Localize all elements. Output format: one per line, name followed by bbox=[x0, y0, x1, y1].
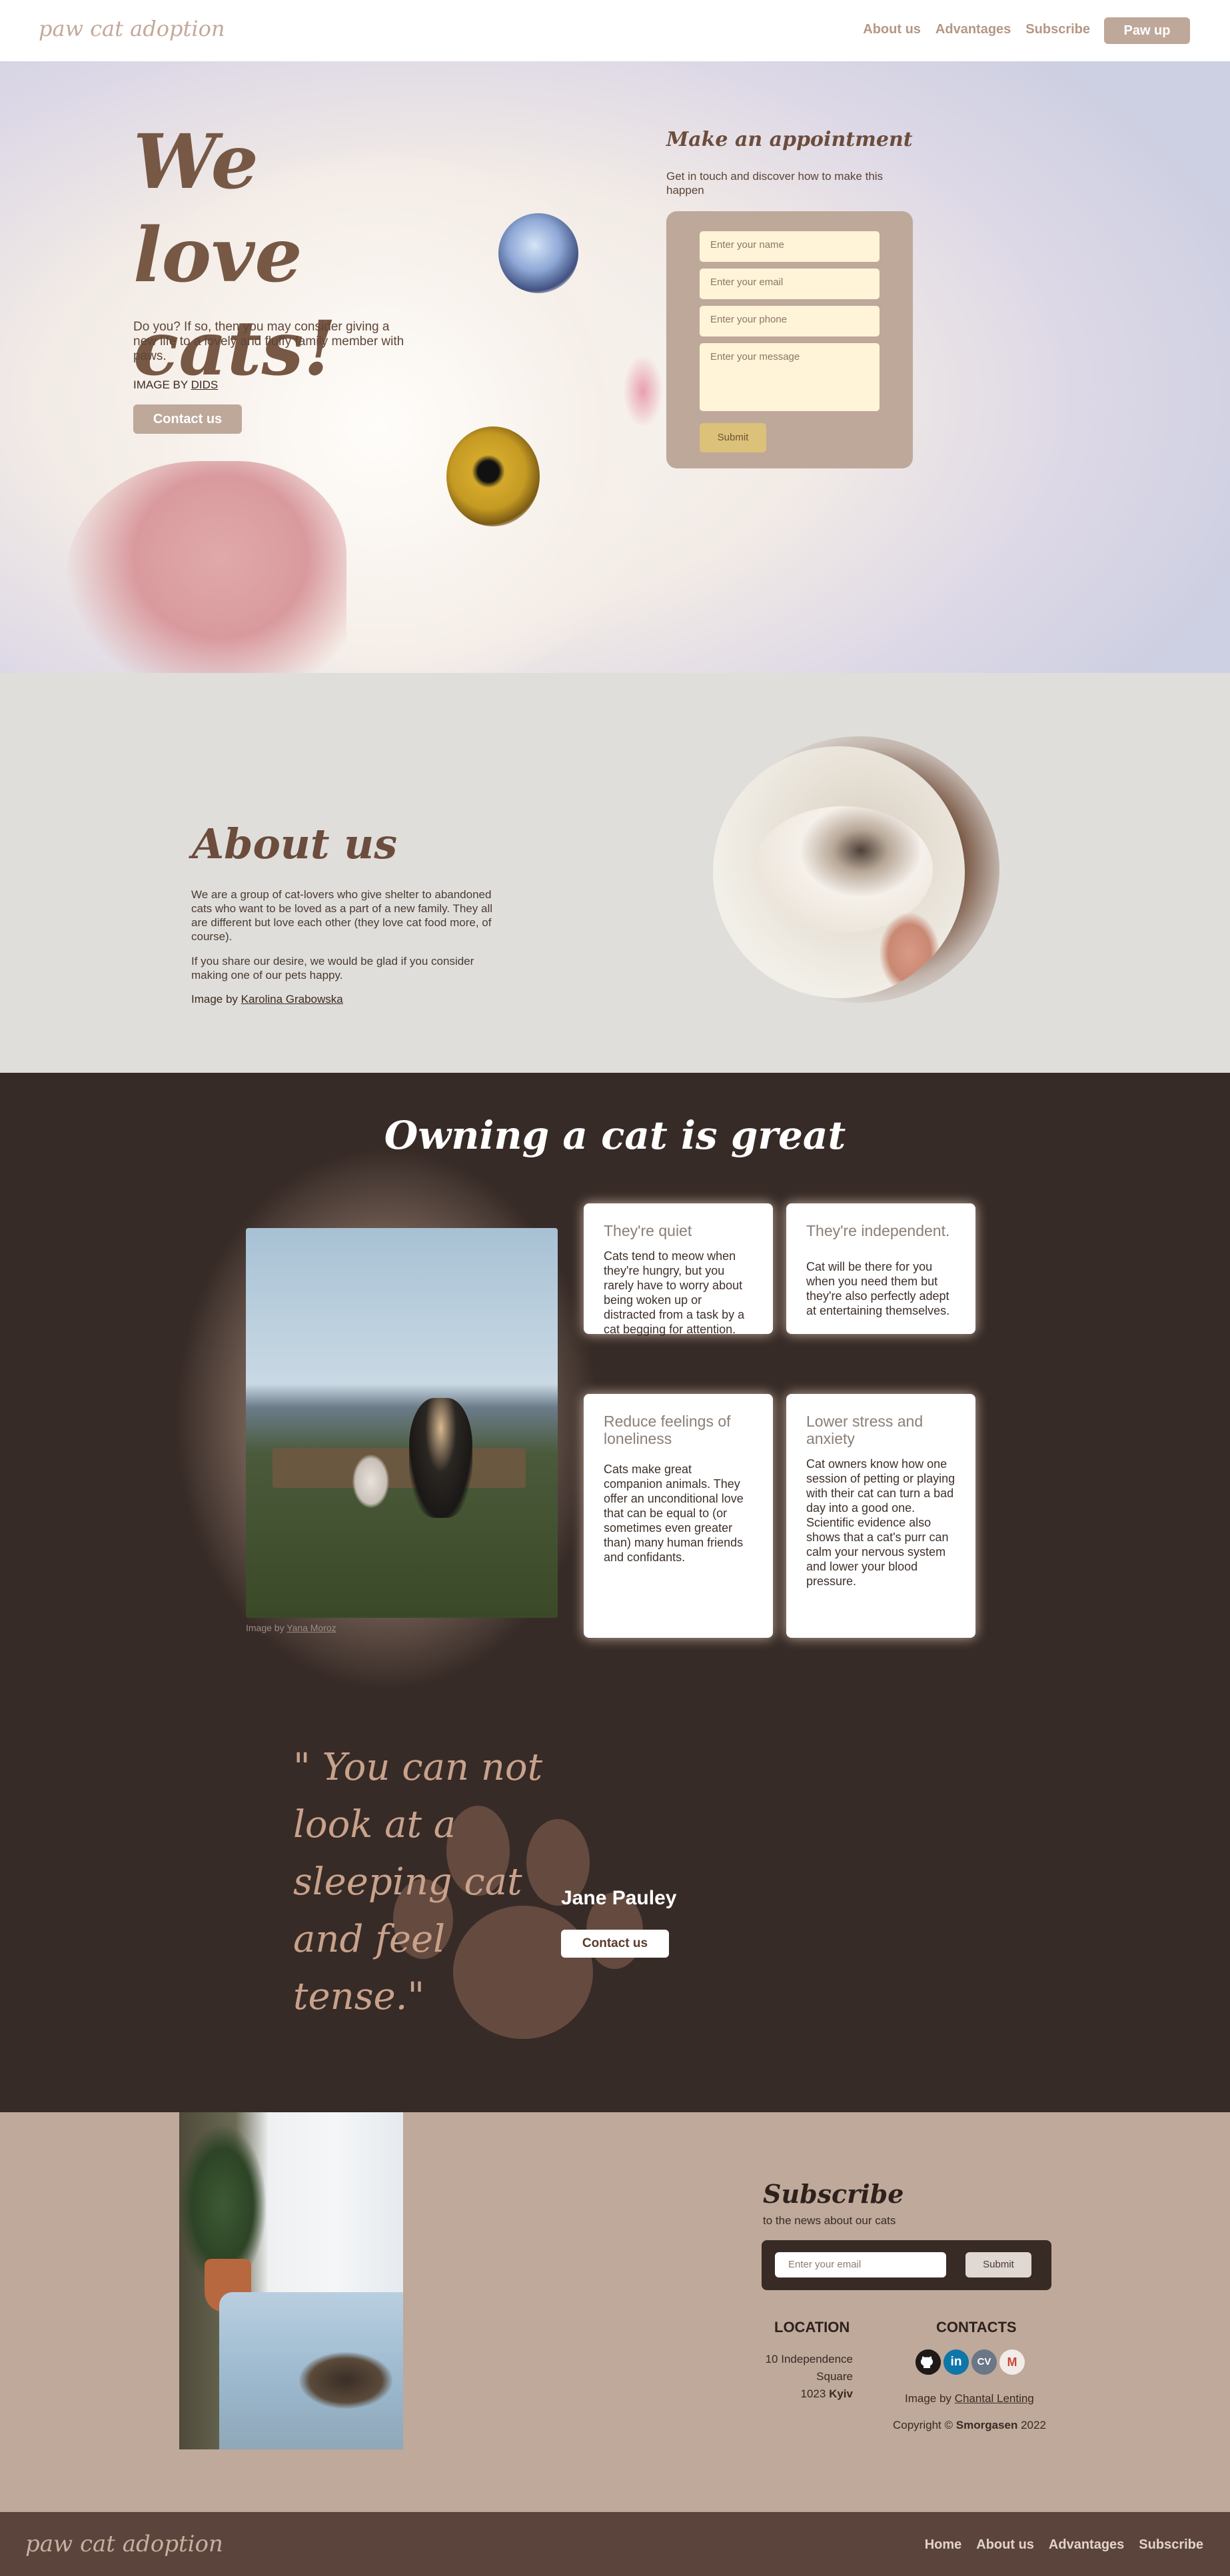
cat-ear-image bbox=[67, 461, 346, 673]
quote-author: Jane Pauley bbox=[561, 1887, 677, 1909]
cv-icon[interactable]: CV bbox=[971, 2349, 997, 2375]
credit-link[interactable]: DIDS bbox=[191, 378, 219, 391]
about-paragraph-1: We are a group of cat-lovers who give sh… bbox=[191, 888, 492, 943]
city: Kyiv bbox=[829, 2387, 853, 2400]
card-title: Reduce feelings of loneliness bbox=[604, 1413, 731, 1447]
bench-shape bbox=[273, 1448, 526, 1488]
subscribe-title: Subscribe bbox=[763, 2179, 904, 2209]
card-text: Cat will be there for you when you need … bbox=[806, 1260, 950, 1317]
credit-link[interactable]: Yana Moroz bbox=[287, 1622, 336, 1633]
footer-nav-advantages[interactable]: Advantages bbox=[1049, 2537, 1124, 2553]
advantage-card: They're quiet Cats tend to meow when the… bbox=[584, 1203, 773, 1336]
address-line-1: 10 Independence Square bbox=[765, 2353, 853, 2383]
location-address: 10 Independence Square 1023 Kyiv bbox=[753, 2351, 853, 2403]
copyright-prefix: Copyright © bbox=[893, 2419, 953, 2431]
location-title: LOCATION bbox=[774, 2319, 850, 2335]
subscribe-form: Enter your email Submit bbox=[762, 2240, 1051, 2290]
credit-link[interactable]: Chantal Lenting bbox=[955, 2392, 1034, 2405]
subscribe-subtitle: to the news about our cats bbox=[763, 2214, 896, 2227]
cat-blue-eye-image bbox=[498, 213, 578, 293]
footer-nav: Home About us Advantages Subscribe bbox=[925, 2537, 1203, 2553]
cat-shape bbox=[299, 2352, 392, 2409]
message-textarea[interactable]: Enter your message bbox=[700, 343, 880, 411]
advantages-image-credit: Image by Yana Moroz bbox=[246, 1622, 336, 1633]
advantages-section: Owning a cat is great Image by Yana Moro… bbox=[0, 1073, 1230, 2112]
card-text: Cat owners know how one session of petti… bbox=[806, 1457, 955, 1588]
site-logo[interactable]: paw cat adoption bbox=[39, 16, 225, 41]
hero-contact-button[interactable]: Contact us bbox=[133, 404, 242, 434]
credit-prefix: Image by bbox=[246, 1622, 285, 1633]
about-cat-image bbox=[713, 746, 965, 998]
about-section: About us We are a group of cat-lovers wh… bbox=[0, 673, 1230, 1073]
postal-code: 1023 bbox=[800, 2387, 826, 2400]
hand-shape bbox=[880, 913, 939, 993]
cat-shape bbox=[352, 1455, 389, 1508]
cat-nose-image bbox=[623, 354, 663, 428]
copyright-name: Smorgasen bbox=[955, 2419, 1018, 2431]
card-title: They're independent. bbox=[806, 1222, 950, 1239]
advantage-card: Lower stress and anxiety Cat owners know… bbox=[786, 1394, 975, 1638]
footer-nav-about-us[interactable]: About us bbox=[976, 2537, 1034, 2553]
about-image-credit: Image by Karolina Grabowska bbox=[191, 993, 343, 1006]
main-nav: About us Advantages Subscribe bbox=[863, 22, 1090, 37]
cat-yellow-eye-image bbox=[446, 426, 540, 526]
credit-prefix: Image by bbox=[191, 993, 238, 1005]
advantage-card: Reduce feelings of loneliness Cats make … bbox=[584, 1394, 773, 1638]
subscribe-submit-button[interactable]: Submit bbox=[965, 2252, 1031, 2277]
nav-about-us[interactable]: About us bbox=[863, 22, 921, 37]
gmail-icon[interactable]: M bbox=[999, 2349, 1025, 2375]
advantages-title: Owning a cat is great bbox=[384, 1113, 846, 1158]
appointment-submit-button[interactable]: Submit bbox=[700, 423, 766, 452]
footer-bar: paw cat adoption Home About us Advantage… bbox=[0, 2512, 1230, 2576]
about-title: About us bbox=[192, 820, 398, 868]
appointment-subtitle: Get in touch and discover how to make th… bbox=[666, 170, 884, 197]
address-line-2: 1023 Kyiv bbox=[753, 2385, 853, 2403]
credit-link[interactable]: Karolina Grabowska bbox=[241, 993, 343, 1005]
footer-nav-subscribe[interactable]: Subscribe bbox=[1139, 2537, 1203, 2553]
email-input[interactable]: Enter your email bbox=[700, 269, 880, 299]
appointment-title: Make an appointment bbox=[666, 128, 913, 151]
copyright-year: 2022 bbox=[1021, 2419, 1046, 2431]
footer-nav-home[interactable]: Home bbox=[925, 2537, 962, 2553]
hero-section: We love cats! Do you? If so, then you ma… bbox=[0, 61, 1230, 673]
paw-up-button[interactable]: Paw up bbox=[1104, 17, 1190, 44]
footer-logo[interactable]: paw cat adoption bbox=[25, 2531, 223, 2557]
card-text: Cats tend to meow when they're hungry, b… bbox=[604, 1249, 745, 1336]
linkedin-icon[interactable]: in bbox=[943, 2349, 969, 2375]
name-input[interactable]: Enter your name bbox=[700, 231, 880, 262]
github-icon[interactable] bbox=[916, 2349, 941, 2375]
card-title: They're quiet bbox=[604, 1222, 692, 1239]
subscribe-section: Subscribe to the news about our cats Ent… bbox=[0, 2112, 1230, 2512]
top-header: paw cat adoption About us Advantages Sub… bbox=[0, 0, 1230, 61]
subscribe-email-input[interactable]: Enter your email bbox=[775, 2252, 946, 2277]
quote-contact-button[interactable]: Contact us bbox=[561, 1930, 669, 1958]
advantage-card: They're independent. Cat will be there f… bbox=[786, 1203, 975, 1334]
contacts-title: CONTACTS bbox=[936, 2319, 1017, 2335]
card-text: Cats make great companion animals. They … bbox=[604, 1463, 744, 1564]
nav-subscribe[interactable]: Subscribe bbox=[1025, 22, 1090, 37]
phone-input[interactable]: Enter your phone bbox=[700, 306, 880, 336]
appointment-form: Enter your name Enter your email Enter y… bbox=[666, 211, 913, 468]
quote-text: " You can not look at a sleeping cat and… bbox=[293, 1746, 543, 2018]
hero-description: Do you? If so, then you may consider giv… bbox=[133, 320, 404, 363]
about-paragraph-2: If you share our desire, we would be gla… bbox=[191, 955, 474, 981]
copyright: Copyright © Smorgasen 2022 bbox=[893, 2419, 1046, 2432]
nav-advantages[interactable]: Advantages bbox=[935, 22, 1011, 37]
credit-prefix: IMAGE BY bbox=[133, 378, 188, 391]
woman-shape bbox=[409, 1398, 472, 1518]
woman-with-cat-image bbox=[246, 1228, 558, 1618]
credit-prefix: Image by bbox=[905, 2392, 951, 2405]
sleeping-cat-image bbox=[179, 2112, 403, 2449]
social-links: in CV M bbox=[916, 2349, 1025, 2375]
footer-image-credit: Image by Chantal Lenting bbox=[905, 2392, 1034, 2405]
hero-image-credit: IMAGE BY DIDS bbox=[133, 378, 218, 392]
card-title: Lower stress and anxiety bbox=[806, 1413, 923, 1447]
